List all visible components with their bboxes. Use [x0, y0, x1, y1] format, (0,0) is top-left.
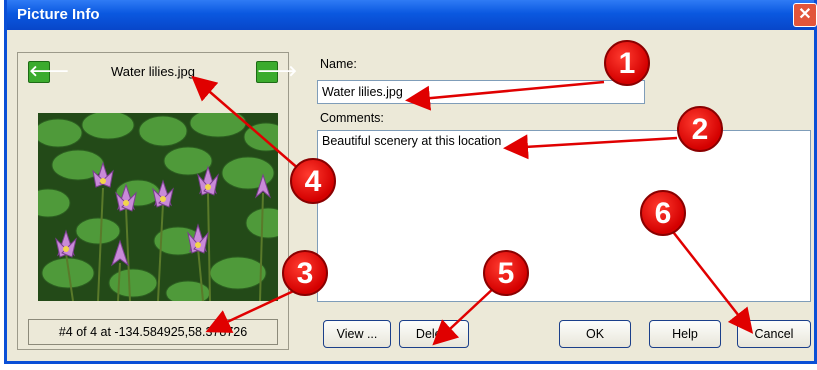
- picture-pane: 🡐 Water lilies.jpg 🡒 #4 of 4 at -134.584…: [17, 52, 297, 350]
- name-input[interactable]: [317, 80, 645, 104]
- callout-6: 6: [640, 190, 686, 236]
- comments-textarea[interactable]: Beautiful scenery at this location: [317, 130, 811, 302]
- callout-4: 4: [290, 158, 336, 204]
- title-bar[interactable]: Picture Info ✕: [7, 0, 817, 30]
- callout-5: 5: [483, 250, 529, 296]
- picture-location-status: #4 of 4 at -134.584925,58.378726: [28, 319, 278, 345]
- callout-2: 2: [677, 106, 723, 152]
- picture-filename: Water lilies.jpg: [110, 64, 196, 79]
- picture-info-dialog: Picture Info ✕ 🡐 Water lilies.jpg 🡒 #4 o…: [4, 0, 817, 364]
- window-title: Picture Info: [17, 6, 100, 23]
- view-button[interactable]: View ...: [323, 320, 391, 348]
- next-picture-arrow-icon[interactable]: 🡒: [256, 61, 297, 83]
- callout-1: 1: [604, 40, 650, 86]
- help-button[interactable]: Help: [649, 320, 721, 348]
- name-label: Name:: [320, 57, 357, 71]
- cancel-button[interactable]: Cancel: [737, 320, 811, 348]
- close-icon[interactable]: ✕: [793, 3, 817, 27]
- ok-button[interactable]: OK: [559, 320, 631, 348]
- picture-thumbnail: [38, 113, 278, 301]
- comments-label: Comments:: [320, 111, 384, 125]
- callout-3: 3: [282, 250, 328, 296]
- picture-navigation: 🡐 Water lilies.jpg 🡒: [28, 59, 297, 85]
- delete-button[interactable]: Delete: [399, 320, 469, 348]
- previous-picture-arrow-icon[interactable]: 🡐: [28, 61, 69, 83]
